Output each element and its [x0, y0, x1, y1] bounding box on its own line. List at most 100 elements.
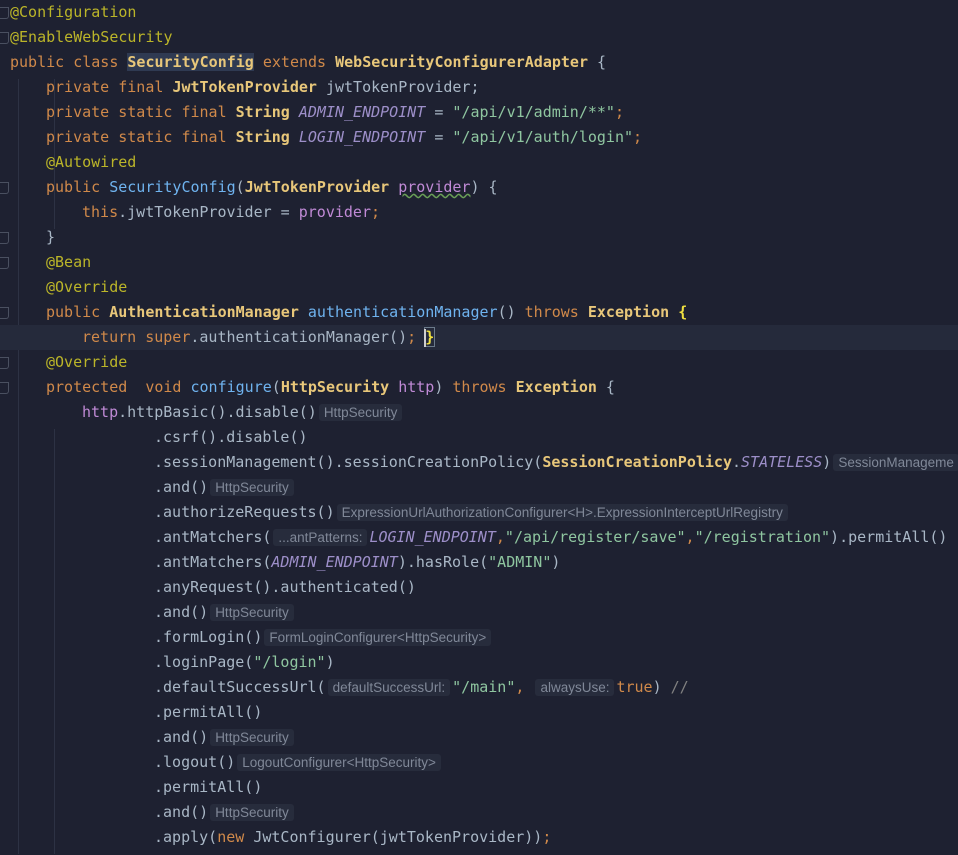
- code-token: protected void: [46, 378, 191, 396]
- code-line[interactable]: return super.authenticationManager(); }: [0, 325, 958, 350]
- code-token: authenticationManager: [307, 303, 498, 321]
- code-token: ,: [685, 528, 695, 546]
- code-token: "/login": [253, 653, 326, 671]
- code-token: "/registration": [694, 528, 831, 546]
- code-line[interactable]: .and() HttpSecurity: [0, 800, 958, 825]
- inlay-hint: HttpSecurity: [210, 729, 294, 746]
- code-token: .defaultSuccessUrl(: [154, 678, 326, 696]
- code-line[interactable]: .and() HttpSecurity: [0, 475, 958, 500]
- code-token: @Configuration: [10, 3, 137, 21]
- code-line[interactable]: this.jwtTokenProvider = provider;: [0, 200, 958, 225]
- code-text: .anyRequest().authenticated(): [154, 575, 416, 600]
- code-token: =: [425, 128, 453, 146]
- code-text: }: [46, 225, 55, 250]
- code-editor[interactable]: @Configuration @EnableWebSecurity public c…: [0, 0, 958, 855]
- code-line[interactable]: .permitAll(): [0, 700, 958, 725]
- code-line[interactable]: .apply(new JwtConfigurer(jwtTokenProvide…: [0, 825, 958, 850]
- code-line[interactable]: public class SecurityConfig extends WebS…: [0, 50, 958, 75]
- code-token: true: [616, 678, 653, 696]
- code-token: .permitAll(): [154, 703, 263, 721]
- code-text: public class SecurityConfig extends WebS…: [10, 50, 606, 75]
- code-line[interactable]: .formLogin() FormLoginConfigurer<HttpSecu…: [0, 625, 958, 650]
- code-token: extends: [253, 53, 336, 71]
- code-line[interactable]: private static final String LOGIN_ENDPOI…: [0, 125, 958, 150]
- code-line[interactable]: .logout() LogoutConfigurer<HttpSecurity>: [0, 750, 958, 775]
- code-line[interactable]: public SecurityConfig(JwtTokenProvider p…: [0, 175, 958, 200]
- code-line[interactable]: public AuthenticationManager authenticat…: [0, 300, 958, 325]
- code-token: public: [46, 178, 110, 196]
- code-token: @Override: [46, 353, 128, 371]
- code-token: HttpSecurity: [280, 378, 390, 396]
- code-token: throws: [452, 378, 516, 396]
- code-token: private static final: [46, 103, 236, 121]
- code-token: ).permitAll(): [830, 528, 948, 546]
- code-token: =: [425, 103, 453, 121]
- code-text: .and() HttpSecurity: [154, 725, 296, 750]
- code-text: .permitAll(): [154, 775, 262, 800]
- code-token: String: [235, 128, 290, 146]
- code-text: this.jwtTokenProvider = provider;: [82, 200, 380, 225]
- code-line[interactable]: @Bean: [0, 250, 958, 275]
- code-line[interactable]: .sessionManagement().sessionCreationPoli…: [0, 450, 958, 475]
- code-line[interactable]: @Autowired: [0, 150, 958, 175]
- code-line[interactable]: .authorizeRequests() ExpressionUrlAuthori…: [0, 500, 958, 525]
- code-token: {: [596, 378, 615, 396]
- code-line[interactable]: .and() HttpSecurity: [0, 725, 958, 750]
- code-line[interactable]: .antMatchers(...antPatterns: LOGIN_ENDPOI…: [0, 525, 958, 550]
- code-line[interactable]: private static final String ADMIN_ENDPOI…: [0, 100, 958, 125]
- code-token: private static final: [46, 128, 236, 146]
- code-line[interactable]: @Override: [0, 350, 958, 375]
- code-line[interactable]: .anyRequest().authenticated(): [0, 575, 958, 600]
- code-text: .antMatchers(ADMIN_ENDPOINT).hasRole("AD…: [154, 550, 560, 575]
- code-token: @Bean: [46, 253, 92, 271]
- code-line[interactable]: .and() HttpSecurity: [0, 600, 958, 625]
- code-text: @Bean: [46, 250, 91, 275]
- inlay-hint: HttpSecurity: [210, 479, 294, 496]
- code-token: LOGIN_ENDPOINT: [298, 128, 426, 146]
- code-token: ;: [614, 103, 624, 121]
- code-token: JwtConfigurer(jwtTokenProvider)): [253, 828, 543, 846]
- inlay-hint: SessionManageme: [833, 454, 958, 471]
- code-token: "ADMIN": [488, 553, 552, 571]
- code-text: @Override: [46, 350, 127, 375]
- code-token: "/main": [452, 678, 516, 696]
- code-line[interactable]: @Override: [0, 275, 958, 300]
- code-line[interactable]: protected void configure(HttpSecurity ht…: [0, 375, 958, 400]
- code-line[interactable]: @Configuration: [0, 0, 958, 25]
- code-token: configure: [190, 378, 272, 396]
- code-line[interactable]: http.httpBasic().disable() HttpSecurity: [0, 400, 958, 425]
- code-line[interactable]: @EnableWebSecurity: [0, 25, 958, 50]
- code-text: .antMatchers(...antPatterns: LOGIN_ENDPOI…: [154, 525, 947, 550]
- code-text: .sessionManagement().sessionCreationPoli…: [154, 450, 958, 475]
- inlay-hint: HttpSecurity: [210, 604, 294, 621]
- code-line[interactable]: .permitAll(): [0, 775, 958, 800]
- code-token: .sessionManagement().sessionCreationPoli…: [154, 453, 543, 471]
- code-token: provider: [398, 178, 471, 196]
- code-token: ): [325, 653, 335, 671]
- code-token: JwtTokenProvider: [172, 78, 317, 96]
- code-text: return super.authenticationManager(); }: [82, 325, 436, 350]
- code-line[interactable]: .antMatchers(ADMIN_ENDPOINT).hasRole("AD…: [0, 550, 958, 575]
- code-token: new: [217, 828, 254, 846]
- code-token: .and(): [154, 603, 209, 621]
- code-line[interactable]: .csrf().disable(): [0, 425, 958, 450]
- code-token: ): [822, 453, 832, 471]
- code-token: this: [82, 203, 119, 221]
- code-token: public: [46, 303, 110, 321]
- code-token: @Autowired: [46, 153, 137, 171]
- code-token: Exception: [587, 303, 670, 321]
- code-token: .and(): [154, 728, 209, 746]
- code-text: @Override: [46, 275, 127, 300]
- code-token: .anyRequest().authenticated(): [154, 578, 416, 596]
- code-line[interactable]: .defaultSuccessUrl(defaultSuccessUrl: "/m…: [0, 675, 958, 700]
- code-text: .csrf().disable(): [154, 425, 308, 450]
- code-line[interactable]: }: [0, 225, 958, 250]
- code-token: .jwtTokenProvider =: [118, 203, 299, 221]
- code-line[interactable]: private final JwtTokenProvider jwtTokenP…: [0, 75, 958, 100]
- code-text: public AuthenticationManager authenticat…: [46, 300, 687, 325]
- code-line[interactable]: .loginPage("/login"): [0, 650, 958, 675]
- code-text: .logout() LogoutConfigurer<HttpSecurity>: [154, 750, 443, 775]
